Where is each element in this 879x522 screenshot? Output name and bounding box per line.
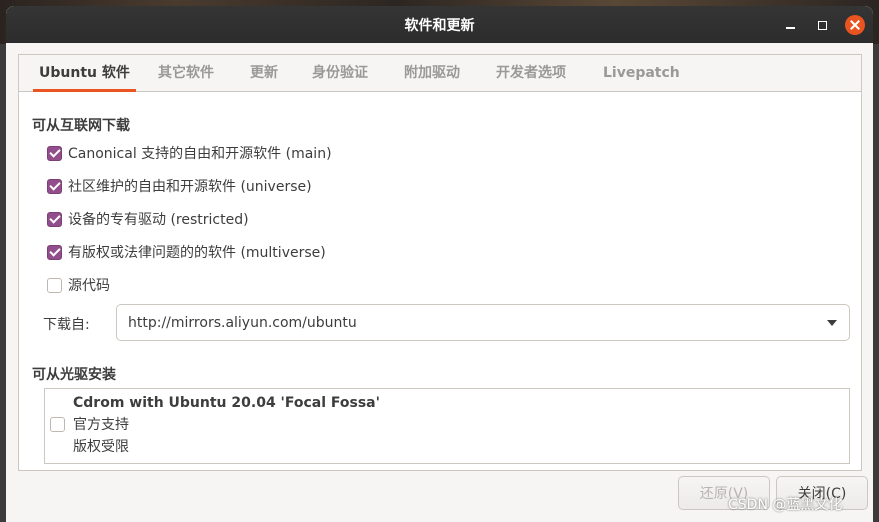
chevron-down-icon [827,320,837,326]
software-updates-window: 软件和更新 Ubuntu 软件 其它软件 更新 身份验证 附加驱动 开发者选项 … [6,6,873,522]
tab-updates[interactable]: 更新 [250,55,278,92]
cdrom-item[interactable]: Cdrom with Ubuntu 20.04 'Focal Fossa' 官方… [73,392,380,458]
tab-ubuntu-software[interactable]: Ubuntu 软件 [33,55,136,92]
download-from-label: 下载自: [43,317,90,333]
checkbox-multiverse[interactable] [47,244,62,260]
tab-other-software[interactable]: 其它软件 [158,55,214,92]
window-title: 软件和更新 [404,18,475,34]
option-source-code[interactable]: 源代码 [47,275,110,295]
option-universe-label: 社区维护的自由和开源软件 (universe) [68,179,312,195]
close-icon [850,20,860,30]
option-source-code-label: 源代码 [68,278,110,294]
minimize-button[interactable] [780,15,800,35]
option-multiverse-label: 有版权或法律问题的的软件 (multiverse) [68,245,326,261]
cdrom-section-heading: 可从光驱安装 [32,367,116,383]
cdrom-line-official: 官方支持 [73,417,129,433]
checkbox-cdrom[interactable] [50,417,65,432]
cdrom-title: Cdrom with Ubuntu 20.04 'Focal Fossa' [73,395,380,411]
checkbox-main[interactable] [47,145,62,161]
checkbox-source-code[interactable] [47,277,62,293]
minimize-icon [785,27,795,29]
cdrom-line-restricted: 版权受限 [73,439,129,455]
cdrom-list: Cdrom with Ubuntu 20.04 'Focal Fossa' 官方… [44,388,850,464]
option-multiverse[interactable]: 有版权或法律问题的的软件 (multiverse) [47,242,326,262]
maximize-icon [817,20,827,30]
maximize-button[interactable] [812,15,832,35]
option-main-label: Canonical 支持的自由和开源软件 (main) [68,146,332,162]
titlebar: 软件和更新 [6,6,873,43]
tab-authentication[interactable]: 身份验证 [312,55,368,92]
tab-livepatch[interactable]: Livepatch [603,55,680,92]
csdn-watermark: CSDN @蓝黑文化 [728,497,843,513]
option-universe[interactable]: 社区维护的自由和开源软件 (universe) [47,176,312,196]
option-restricted-label: 设备的专有驱动 (restricted) [68,212,249,228]
option-main[interactable]: Canonical 支持的自由和开源软件 (main) [47,143,332,163]
close-window-button[interactable] [845,15,865,35]
mirror-select[interactable]: http://mirrors.aliyun.com/ubuntu [116,304,850,341]
tab-bar: Ubuntu 软件 其它软件 更新 身份验证 附加驱动 开发者选项 Livepa… [19,55,861,92]
tab-additional-drivers[interactable]: 附加驱动 [404,55,460,92]
checkbox-universe[interactable] [47,178,62,194]
mirror-value: http://mirrors.aliyun.com/ubuntu [128,314,357,331]
internet-section-heading: 可从互联网下载 [32,118,130,134]
tab-developer-options[interactable]: 开发者选项 [496,55,566,92]
checkbox-restricted[interactable] [47,211,62,227]
option-restricted[interactable]: 设备的专有驱动 (restricted) [47,209,249,229]
tab-notebook: Ubuntu 软件 其它软件 更新 身份验证 附加驱动 开发者选项 Livepa… [18,54,862,471]
